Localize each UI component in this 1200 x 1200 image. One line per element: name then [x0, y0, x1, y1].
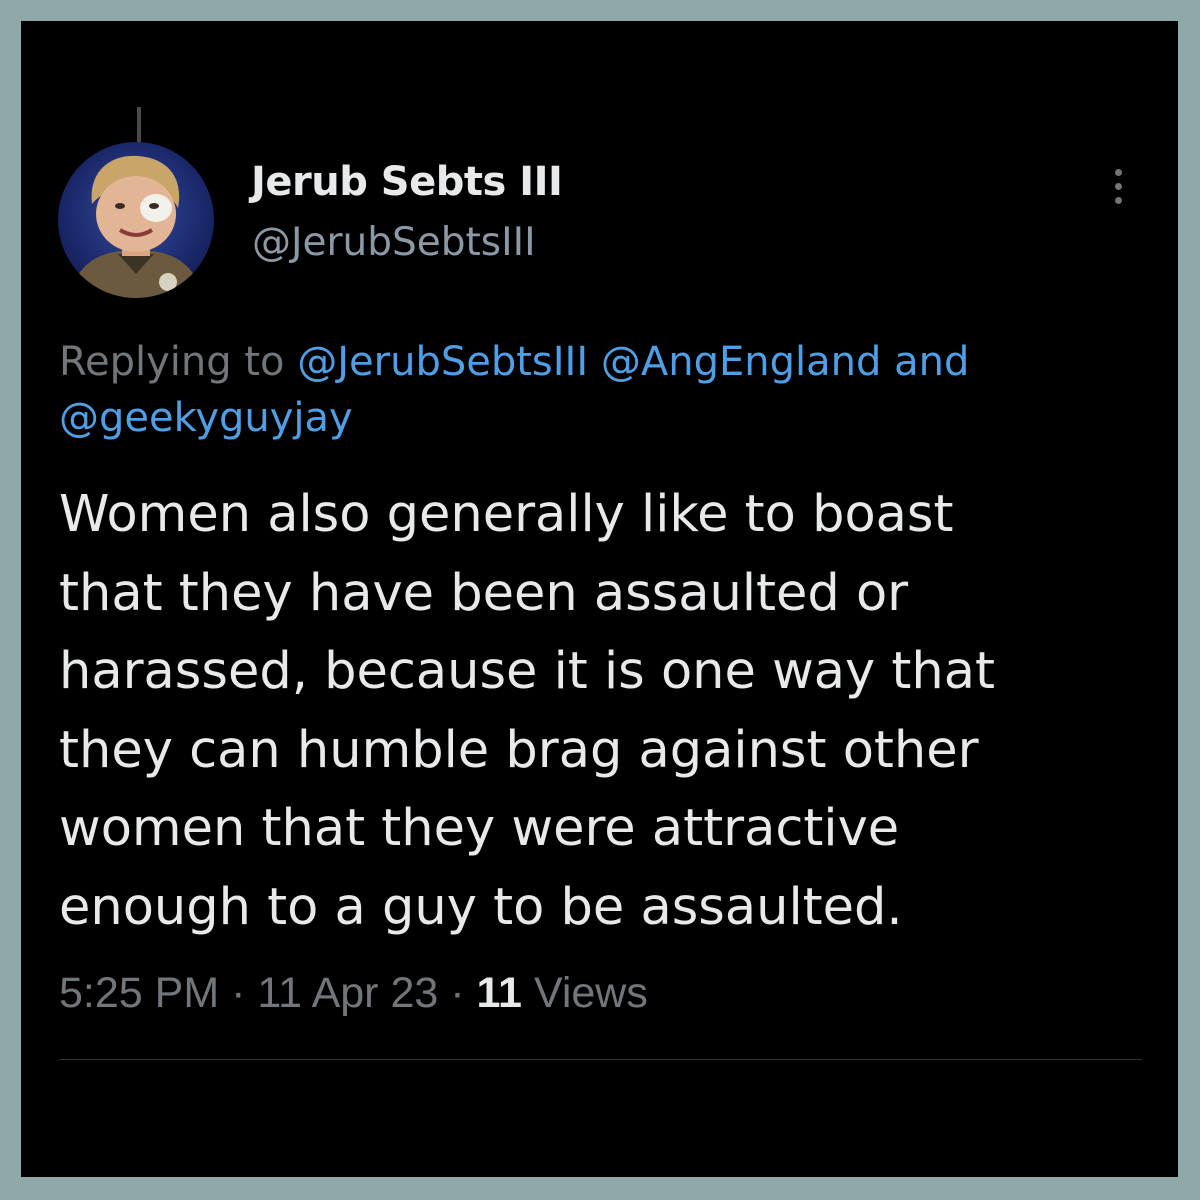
tweet-text-line: women that they were attractive — [59, 799, 900, 858]
author-name[interactable]: Jerub Sebts III — [251, 159, 563, 205]
tweet-text-line: Women also generally like to boast — [59, 485, 954, 544]
tweet-date[interactable]: 11 Apr 23 — [257, 969, 438, 1017]
mention-link[interactable]: @AngEngland — [601, 339, 882, 385]
mention-conjunction: and — [894, 339, 970, 385]
more-icon-dot — [1115, 183, 1122, 190]
divider — [59, 1059, 1142, 1060]
meta-separator: · — [450, 969, 465, 1017]
tweet-time[interactable]: 5:25 PM — [59, 969, 219, 1017]
more-options-button[interactable] — [1103, 161, 1133, 211]
tweet-card: Jerub Sebts III @JerubSebtsIII Replying … — [21, 21, 1178, 1177]
tweet-text-line: enough to a guy to be assaulted. — [59, 877, 903, 937]
mention-link[interactable]: @JerubSebtsIII — [297, 339, 588, 385]
more-icon-dot — [1115, 169, 1122, 176]
meta-separator: · — [231, 969, 246, 1017]
replying-to-label: Replying to — [59, 339, 285, 385]
thread-connector-line — [137, 107, 141, 143]
tweet-text-line: that they have been assaulted or — [59, 563, 909, 623]
tweet-text-line: harassed, because it is one way that — [59, 642, 996, 701]
views-count: 11 — [476, 969, 522, 1017]
mention-link[interactable]: @geekyguyjay — [59, 395, 353, 441]
tweet-text-line: they can humble brag against other — [59, 720, 979, 780]
avatar[interactable] — [58, 142, 214, 298]
replying-to-line: Replying to @JerubSebtsIII @AngEngland a… — [59, 334, 1149, 446]
views-label: Views — [533, 969, 648, 1017]
more-icon-dot — [1115, 197, 1122, 204]
author-handle[interactable]: @JerubSebtsIII — [252, 220, 536, 265]
tweet-body: Women also generally like to boast that … — [59, 476, 1159, 947]
tweet-metadata: 5:25 PM · 11 Apr 23 · 11 Views — [59, 964, 648, 1022]
